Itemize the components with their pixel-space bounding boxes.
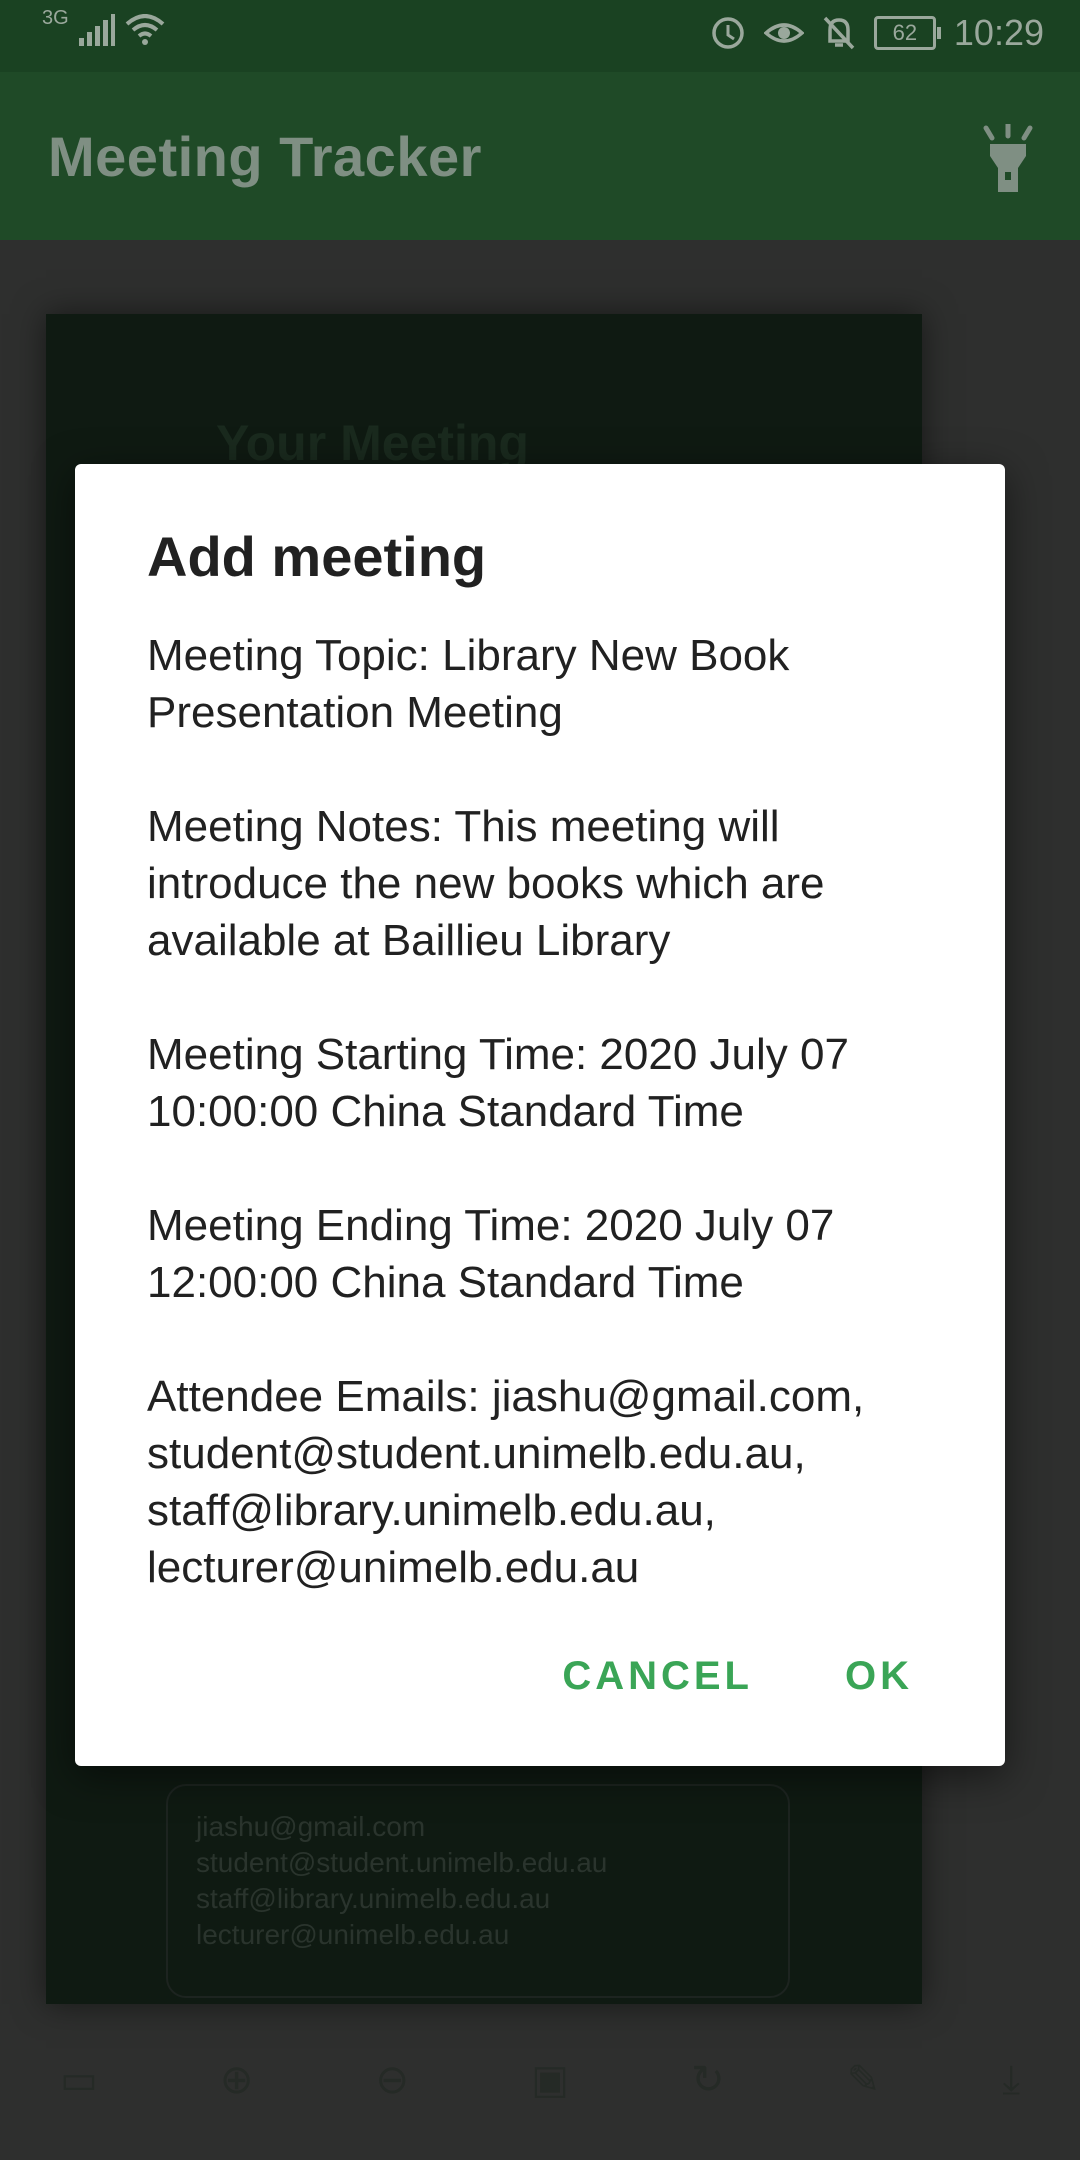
zoom-in-icon: ⊕: [219, 2058, 254, 2102]
wifi-icon: [125, 14, 165, 45]
add-meeting-dialog: Add meeting Meeting Topic: Library New B…: [75, 464, 1005, 1766]
battery-icon: 62: [873, 16, 941, 50]
bell-off-icon: [823, 16, 855, 50]
photo-email: staff@library.unimelb.edu.au: [196, 1883, 551, 1914]
meeting-notes: Meeting Notes: This meeting will introdu…: [147, 802, 825, 965]
flashlight-icon[interactable]: [980, 124, 1036, 194]
status-bar: 3G 62 10:29: [0, 0, 1080, 72]
pen-icon: ✎: [846, 2058, 881, 2102]
background-toolbar: ▭ ⊕ ⊖ ▣ ↻ ✎ ⤓: [60, 2050, 1020, 2110]
save-icon: ▭: [60, 2058, 98, 2102]
meeting-end-time: Meeting Ending Time: 2020 July 07 12:00:…: [147, 1201, 835, 1307]
app-title: Meeting Tracker: [48, 125, 482, 188]
status-bar-left: 3G: [42, 7, 165, 46]
signal-icon: [78, 14, 115, 46]
network-type: 3G: [42, 6, 69, 29]
status-bar-right: 62 10:29: [710, 12, 1044, 54]
dialog-title: Add meeting: [147, 525, 487, 588]
dialog-actions: CANCEL OK: [562, 1654, 913, 1699]
meeting-topic: Meeting Topic: Library New Book Presenta…: [147, 631, 790, 737]
eye-icon: [763, 23, 804, 43]
attendee-emails: Attendee Emails: jiashu@gmail.com, stude…: [147, 1372, 865, 1592]
photo-email: lecturer@unimelb.edu.au: [196, 1919, 510, 1950]
photo-email: student@student.unimelb.edu.au: [196, 1847, 608, 1878]
cancel-button[interactable]: CANCEL: [562, 1654, 753, 1699]
download-icon: ⤓: [1002, 2057, 1020, 2102]
data-saver-icon: [712, 17, 744, 49]
fit-icon: ▣: [531, 2058, 569, 2102]
status-time: 10:29: [953, 12, 1044, 53]
dialog-message: Meeting Topic: Library New Book Presenta…: [147, 627, 947, 1596]
meeting-start-time: Meeting Starting Time: 2020 July 07 10:0…: [147, 1030, 849, 1136]
ok-button[interactable]: OK: [845, 1654, 913, 1699]
zoom-out-icon: ⊖: [375, 2058, 410, 2102]
app-bar: Meeting Tracker: [0, 72, 1080, 240]
photo-email-list: jiashu@gmail.com student@student.unimelb…: [196, 1809, 607, 1953]
rotate-icon: ↻: [691, 2058, 725, 2102]
photo-email: jiashu@gmail.com: [196, 1811, 426, 1842]
